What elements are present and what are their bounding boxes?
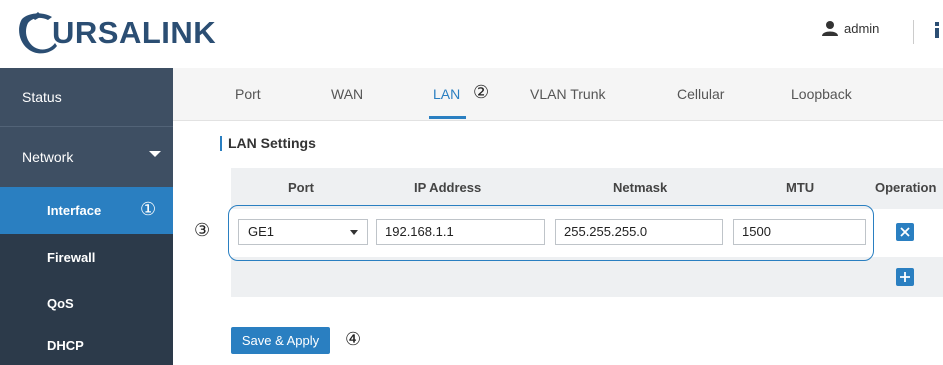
sidebar-item-qos[interactable]: QoS xyxy=(0,280,173,326)
port-select-value: GE1 xyxy=(248,224,275,239)
add-icon xyxy=(900,272,910,282)
tab-port[interactable]: Port xyxy=(235,86,261,102)
brand-logo[interactable]: URSALINK xyxy=(18,11,216,55)
header: URSALINK admin xyxy=(0,0,943,68)
sidebar-item-label: DHCP xyxy=(47,338,84,353)
annotation-1: ① xyxy=(140,199,157,220)
netmask-input[interactable]: 255.255.255.0 xyxy=(555,219,723,245)
header-extra-icon[interactable] xyxy=(932,20,943,40)
sidebar-item-network[interactable]: Network xyxy=(0,127,173,187)
annotation-4: ④ xyxy=(345,329,362,350)
sidebar-item-label: Status xyxy=(22,89,62,105)
user-menu[interactable]: admin xyxy=(822,20,879,36)
tab-wan[interactable]: WAN xyxy=(331,86,363,102)
user-icon xyxy=(822,21,838,36)
chevron-down-icon xyxy=(149,151,161,157)
column-header-port: Port xyxy=(288,180,314,195)
column-header-netmask: Netmask xyxy=(613,180,668,195)
tab-lan[interactable]: LAN xyxy=(433,86,460,102)
annotation-3: ③ xyxy=(194,220,211,241)
tab-cellular[interactable]: Cellular xyxy=(677,86,724,102)
save-apply-button[interactable]: Save & Apply xyxy=(231,327,330,354)
column-header-operation: Operation xyxy=(875,180,937,195)
port-select[interactable]: GE1 xyxy=(238,219,368,245)
add-row-button[interactable] xyxy=(896,268,914,286)
header-divider xyxy=(913,20,914,44)
delete-row-button[interactable] xyxy=(896,223,914,241)
delete-icon xyxy=(900,227,910,237)
mtu-input[interactable]: 1500 xyxy=(733,219,866,245)
username: admin xyxy=(844,20,880,36)
tab-loopback[interactable]: Loopback xyxy=(791,86,852,102)
sidebar-item-label: Network xyxy=(22,149,74,165)
dropdown-arrow-icon xyxy=(350,230,358,235)
sidebar-item-label: QoS xyxy=(47,295,74,311)
column-header-mtu: MTU xyxy=(786,180,815,195)
sidebar-item-dhcp[interactable]: DHCP xyxy=(0,326,173,365)
sidebar-item-status[interactable]: Status xyxy=(0,68,173,126)
router-web-ui: URSALINK admin Status Network Interface … xyxy=(0,0,943,365)
annotation-2: ② xyxy=(473,82,490,103)
brand-name: URSALINK xyxy=(52,15,217,50)
column-header-ip-address: IP Address xyxy=(414,180,482,195)
section-title: LAN Settings xyxy=(220,136,316,151)
ip-address-input[interactable]: 192.168.1.1 xyxy=(376,219,545,245)
sidebar-item-firewall[interactable]: Firewall xyxy=(0,234,173,280)
sidebar-item-label: Firewall xyxy=(47,249,96,265)
active-tab-indicator xyxy=(429,116,466,119)
tab-vlan-trunk[interactable]: VLAN Trunk xyxy=(530,86,605,102)
sidebar-item-label: Interface xyxy=(47,203,102,218)
